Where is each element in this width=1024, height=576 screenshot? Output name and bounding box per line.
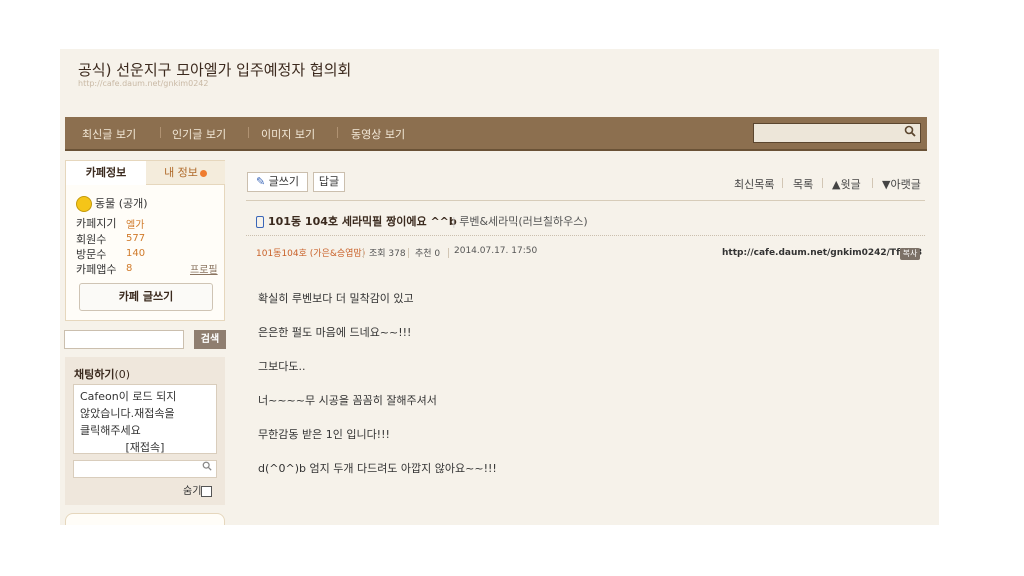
post-body-line: d(^0^)b 엄지 두개 다드려도 아깝지 않아요~~!!!: [258, 462, 497, 475]
info-value-manager[interactable]: 엘가: [126, 216, 144, 231]
meta-divider: [363, 248, 364, 258]
cafe-info-panel: 카페정보 내 정보 동물 (공개) 카페지기 엘가 회원수 577 방문수 14…: [65, 160, 225, 321]
chat-message-box: Cafeon이 로드 되지 않았습니다.재접속을 클릭해주세요 [재접속]: [73, 384, 217, 454]
meta-divider: [408, 248, 409, 258]
notification-dot-icon: [199, 169, 207, 177]
post-date: 2014.07.17. 17:50: [454, 246, 538, 256]
nav-images[interactable]: 이미지 보기: [261, 126, 315, 142]
chat-message-line: 않았습니다.재접속을: [80, 407, 175, 420]
nav-popular[interactable]: 인기글 보기: [172, 126, 226, 142]
tab-cafe-info[interactable]: 카페정보: [66, 161, 147, 185]
post-body-line: 너~~~~무 시공을 꼼꼼히 잘해주셔서: [258, 394, 437, 407]
list-link[interactable]: 목록: [793, 176, 813, 192]
chat-reconnect-link[interactable]: [재접속]: [80, 439, 210, 456]
search-icon[interactable]: [202, 461, 212, 474]
chat-panel: 채팅하기(0) Cafeon이 로드 되지 않았습니다.재접속을 클릭해주세요 …: [65, 357, 225, 505]
next-post-link[interactable]: ▼아랫글: [882, 176, 921, 192]
post-title: 101동 104호 세라믹필 짱이에요 ^^b: [256, 213, 457, 229]
info-value-visits: 140: [126, 248, 146, 259]
post-category[interactable]: | 루벤&세라믹(러브칠하우스): [452, 213, 588, 229]
link-divider: [822, 178, 823, 188]
post-views: 조회 378: [369, 249, 406, 259]
chat-hide-label: 숨기: [183, 486, 202, 497]
nav-videos[interactable]: 동영상 보기: [351, 126, 405, 142]
pencil-icon: ✎: [255, 175, 266, 188]
chat-hide-toggle[interactable]: 숨기: [183, 482, 213, 497]
member-grade-label: 동물 (공개): [95, 197, 148, 210]
link-divider: [872, 178, 873, 188]
post-body-line: 무한감동 받은 1인 입니다!!!: [258, 428, 390, 441]
nav-bar: 최신글 보기 인기글 보기 이미지 보기 동영상 보기: [65, 117, 927, 151]
chat-input[interactable]: [73, 460, 217, 478]
post-url[interactable]: http://cafe.daum.net/gnkim0242/TfTg/3: [722, 248, 922, 258]
post-author[interactable]: 101동104호 (가은&승엽맘): [256, 246, 365, 259]
post-recommends: 추천 0: [415, 249, 441, 259]
write-button-label: 글쓰기: [268, 175, 300, 188]
nav-divider: [248, 127, 249, 138]
chat-title: 채팅하기(0): [74, 366, 130, 382]
post-body-line: 은은한 펄도 마음에 드네요~~!!!: [258, 326, 412, 339]
info-label-manager: 카페지기: [76, 217, 117, 230]
nav-search-input[interactable]: [753, 123, 921, 143]
info-label-visits: 방문수: [76, 248, 107, 261]
post-body-line: 그보다도..: [258, 360, 306, 373]
cafe-container: 공식) 선운지구 모아엘가 입주예정자 협의회 http://cafe.daum…: [60, 49, 939, 525]
reply-button[interactable]: 답글: [313, 172, 345, 192]
cafe-title[interactable]: 공식) 선운지구 모아엘가 입주예정자 협의회: [78, 59, 351, 80]
smiley-icon: [76, 196, 92, 212]
chat-message-line: Cafeon이 로드 되지: [80, 390, 177, 403]
chat-message-line: 클릭해주세요: [80, 424, 141, 437]
member-grade: 동물 (공개): [76, 195, 148, 212]
post-title-text: 101동 104호 세라믹필 짱이에요 ^^b: [268, 215, 457, 228]
mobile-icon: [256, 216, 264, 228]
copy-url-button[interactable]: 복사: [900, 248, 920, 260]
profile-link[interactable]: 프로필: [190, 261, 218, 276]
divider: [246, 235, 925, 237]
divider: [246, 200, 925, 201]
link-divider: [782, 178, 783, 188]
prev-post-link[interactable]: ▲윗글: [832, 176, 861, 192]
tab-my-info[interactable]: 내 정보: [146, 161, 225, 185]
nav-divider: [337, 127, 338, 138]
nav-divider: [160, 127, 161, 138]
hide-checkbox[interactable]: [201, 485, 213, 497]
sidebar-bottom-panel: [65, 513, 225, 525]
search-icon[interactable]: [904, 125, 916, 140]
info-value-apps: 8: [126, 263, 133, 274]
info-label-members: 회원수: [76, 233, 107, 246]
meta-divider: [448, 248, 449, 258]
write-button[interactable]: ✎ 글쓰기: [247, 172, 308, 192]
nav-latest[interactable]: 최신글 보기: [82, 126, 136, 142]
post-category-label: 루벤&세라믹(러브칠하우스): [459, 215, 588, 228]
chat-title-label: 채팅하기: [74, 368, 115, 381]
cafe-write-button[interactable]: 카페 글쓰기: [79, 283, 213, 311]
chat-count: (0): [114, 368, 131, 381]
cafe-url[interactable]: http://cafe.daum.net/gnkim0242: [78, 79, 208, 88]
tab-my-info-label: 내 정보: [164, 166, 198, 179]
post-body-line: 확실히 루벤보다 더 밀착감이 있고: [258, 292, 414, 305]
sidebar-search-button[interactable]: 검색: [194, 330, 226, 349]
info-value-members: 577: [126, 233, 146, 244]
recent-list-link[interactable]: 최신목록: [734, 176, 774, 192]
info-label-apps: 카페앱수: [76, 263, 117, 276]
sidebar-search-input[interactable]: [64, 330, 184, 349]
